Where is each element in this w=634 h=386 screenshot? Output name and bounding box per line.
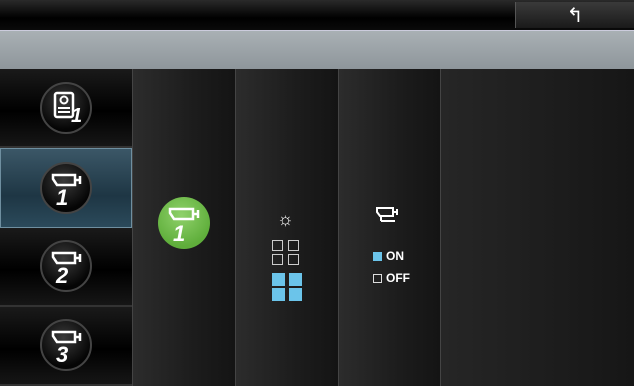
- camera-icon: 1: [168, 207, 200, 246]
- on-label: ON: [386, 249, 404, 263]
- camera-icon: [376, 207, 398, 222]
- brightness-column: ☼: [235, 69, 338, 386]
- title-bar: [0, 30, 634, 70]
- selected-camera-button[interactable]: 1: [158, 197, 210, 249]
- top-bar: ↰: [0, 0, 634, 31]
- sun-icon: ☼: [277, 209, 294, 229]
- level-square-filled: [289, 288, 302, 301]
- camera-icon: 1: [40, 161, 92, 214]
- checkbox-empty-icon: [373, 273, 382, 283]
- monitor-toggle-column: ON OFF: [338, 69, 440, 386]
- checkbox-checked-icon: [373, 251, 382, 261]
- sidebar-item-number: 3: [56, 342, 68, 367]
- level-square-filled: [289, 273, 302, 286]
- sidebar-item-camera-1[interactable]: 1: [0, 148, 132, 228]
- off-option[interactable]: OFF: [373, 271, 410, 285]
- sidebar-item-camera-2[interactable]: 2: [0, 227, 132, 307]
- level-square: [288, 240, 299, 251]
- sidebar-item-number: 2: [55, 263, 69, 288]
- level-square: [272, 240, 283, 251]
- off-label: OFF: [386, 271, 410, 285]
- intercom-icon: 1: [40, 81, 92, 134]
- back-button[interactable]: ↰: [515, 2, 634, 28]
- sidebar-item-intercom[interactable]: 1: [0, 69, 132, 149]
- level-square: [272, 254, 283, 265]
- back-arrow-icon: ↰: [566, 4, 584, 27]
- brightness-level-empty[interactable]: [272, 240, 301, 265]
- level-square-filled: [272, 273, 285, 286]
- selected-camera-number: 1: [173, 221, 185, 246]
- brightness-level-filled[interactable]: [272, 273, 304, 301]
- level-square: [288, 254, 299, 265]
- on-option[interactable]: ON: [373, 249, 404, 263]
- sidebar: 1 1 2 3: [0, 69, 132, 386]
- empty-column: [440, 69, 634, 386]
- camera-select-column: 1: [132, 69, 235, 386]
- sidebar-item-number: 1: [71, 105, 82, 127]
- camera-icon: 3: [40, 319, 92, 372]
- main-area: 1 1 2 3 1 ☼ ON OFF: [0, 69, 634, 386]
- sidebar-item-number: 1: [56, 185, 68, 210]
- camera-icon: 2: [40, 240, 92, 293]
- level-square-filled: [272, 288, 285, 301]
- sidebar-item-camera-3[interactable]: 3: [0, 306, 132, 386]
